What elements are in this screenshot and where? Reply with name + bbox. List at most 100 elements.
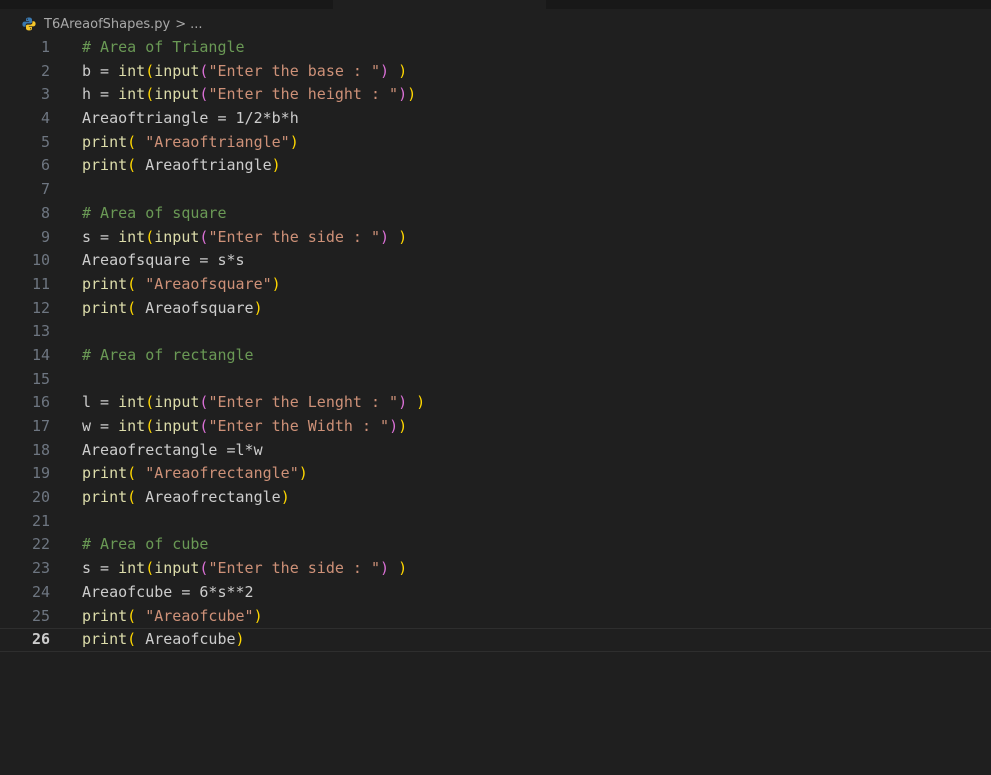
code-token: ( xyxy=(145,417,155,435)
code-token: ( xyxy=(127,156,146,175)
breadcrumb-file[interactable]: T6AreaofShapes.py xyxy=(44,17,170,32)
code-token: int xyxy=(118,227,146,246)
line-number: 11 xyxy=(31,274,50,293)
code-token: print xyxy=(82,274,128,293)
code-token: print xyxy=(82,488,128,507)
line-number: 16 xyxy=(31,393,50,412)
code-token: ) xyxy=(398,393,408,412)
code-text[interactable]: b = int(input("Enter the base : ") ) xyxy=(82,60,407,84)
code-text[interactable]: l = int(input("Enter the Lenght : ") ) xyxy=(82,391,425,415)
code-line[interactable]: 18 Areaofrectangle =l*w xyxy=(0,439,991,463)
code-token: "Areaofcube" xyxy=(145,606,254,625)
code-token: Areaoftriangle xyxy=(145,156,272,175)
code-line[interactable]: 12 print( Areaofsquare) xyxy=(0,297,991,321)
code-text[interactable]: print( "Areaofrectangle") xyxy=(82,462,308,486)
code-line[interactable]: 8 # Area of square xyxy=(0,202,991,226)
code-text[interactable]: # Area of cube xyxy=(82,533,208,557)
code-token: Areaofrectangle =l*w xyxy=(82,440,263,459)
code-line[interactable]: 19 print( "Areaofrectangle") xyxy=(0,462,991,486)
code-line[interactable]: 11 print( "Areaofsquare") xyxy=(0,273,991,297)
code-text[interactable]: h = int(input("Enter the height : ")) xyxy=(82,83,416,107)
code-token: "Enter the side : " xyxy=(208,559,381,578)
code-line[interactable]: 22 # Area of cube xyxy=(0,533,991,557)
code-line[interactable]: 24 Areaofcube = 6*s**2 xyxy=(0,581,991,605)
code-line[interactable]: 25 print( "Areaofcube") xyxy=(0,605,991,629)
code-token: print xyxy=(82,630,128,649)
line-number: 2 xyxy=(40,61,50,80)
code-token: ( xyxy=(127,132,146,151)
code-line[interactable]: 16 l = int(input("Enter the Lenght : ") ) xyxy=(0,391,991,415)
code-token: ) xyxy=(407,85,417,104)
code-editor[interactable]: 1 # Area of Triangle 2 b = int(input("Enter… xyxy=(0,36,991,652)
code-line[interactable]: 9 s = int(input("Enter the side : ") ) xyxy=(0,226,991,250)
code-token: ) xyxy=(235,630,245,649)
code-text[interactable]: Areaoftriangle = 1/2*b*h xyxy=(82,107,299,131)
code-line[interactable]: 6 print( Areaoftriangle) xyxy=(0,154,991,178)
code-line[interactable]: 3 h = int(input("Enter the height : ")) xyxy=(0,83,991,107)
code-token: int xyxy=(118,417,146,435)
code-line[interactable]: 15 xyxy=(0,368,991,392)
code-text[interactable]: print( Areaofcube) xyxy=(82,628,245,652)
code-text[interactable]: print( "Areaofsquare") xyxy=(82,273,281,297)
code-line[interactable]: 13 xyxy=(0,320,991,344)
code-token: ) xyxy=(380,559,390,578)
code-text[interactable]: print( Areaofrectangle) xyxy=(82,486,290,510)
breadcrumb-more[interactable]: ... xyxy=(190,17,202,32)
code-line[interactable]: 1 # Area of Triangle xyxy=(0,36,991,60)
code-token: ) xyxy=(398,85,408,104)
code-line[interactable]: 5 print( "Areaoftriangle") xyxy=(0,131,991,155)
code-text[interactable]: print( Areaofsquare) xyxy=(82,297,263,321)
code-text[interactable]: Areaofrectangle =l*w xyxy=(82,439,263,463)
code-line[interactable]: 26 print( Areaofcube) xyxy=(0,628,991,652)
code-token: print xyxy=(82,156,128,175)
code-text[interactable]: s = int(input("Enter the side : ") ) xyxy=(82,226,407,250)
code-text[interactable]: s = int(input("Enter the side : ") ) xyxy=(82,557,407,581)
code-text[interactable]: print( "Areaofcube") xyxy=(82,605,263,629)
line-number: 21 xyxy=(31,511,50,530)
code-text[interactable]: print( "Areaoftriangle") xyxy=(82,131,299,155)
code-token: int xyxy=(118,559,146,578)
code-text[interactable]: # Area of rectangle xyxy=(82,344,254,368)
code-token: ) xyxy=(389,417,399,435)
code-text[interactable]: Areaofsquare = s*s xyxy=(82,249,245,273)
code-line[interactable]: 17 w = int(input("Enter the Width : ")) xyxy=(0,415,991,439)
code-line[interactable]: 14 # Area of rectangle xyxy=(0,344,991,368)
code-line[interactable]: 4 Areaoftriangle = 1/2*b*h xyxy=(0,107,991,131)
line-number: 3 xyxy=(40,85,50,104)
code-token: ) xyxy=(380,227,390,246)
code-token: int xyxy=(118,393,146,412)
code-token: b = xyxy=(82,61,119,80)
code-line[interactable]: 7 xyxy=(0,178,991,202)
code-text[interactable]: # Area of square xyxy=(82,202,227,226)
code-line[interactable]: 2 b = int(input("Enter the base : ") ) xyxy=(0,60,991,84)
breadcrumb: T6AreaofShapes.py > ... xyxy=(22,13,203,35)
code-line[interactable]: 23 s = int(input("Enter the side : ") ) xyxy=(0,557,991,581)
code-token: input xyxy=(154,85,200,104)
code-line[interactable]: 21 xyxy=(0,510,991,534)
code-text[interactable]: Areaofcube = 6*s**2 xyxy=(82,581,254,605)
code-token: input xyxy=(154,559,200,578)
line-number: 9 xyxy=(40,227,50,246)
code-token: "Enter the Width : " xyxy=(208,417,390,435)
line-number: 24 xyxy=(31,582,50,601)
code-text[interactable]: print( Areaoftriangle) xyxy=(82,154,281,178)
code-token: s = xyxy=(82,227,119,246)
code-token: Areaofcube = 6*s**2 xyxy=(82,582,254,601)
code-token: Areaoftriangle = 1/2*b*h xyxy=(82,109,299,128)
code-text[interactable]: w = int(input("Enter the Width : ")) xyxy=(82,415,407,439)
line-number: 1 xyxy=(40,38,50,56)
active-tab[interactable] xyxy=(333,0,546,9)
code-token: input xyxy=(154,227,200,246)
code-line[interactable]: 20 print( Areaofrectangle) xyxy=(0,486,991,510)
code-token: # Area of square xyxy=(82,203,227,222)
code-token: s = xyxy=(82,559,119,578)
line-number: 25 xyxy=(31,606,50,625)
code-token: ( xyxy=(145,61,155,80)
code-line[interactable]: 10 Areaofsquare = s*s xyxy=(0,249,991,273)
code-text[interactable]: # Area of Triangle xyxy=(82,36,245,60)
code-token: "Enter the side : " xyxy=(208,227,381,246)
code-token: ) xyxy=(380,61,390,80)
line-number: 19 xyxy=(31,464,50,483)
code-token: ) xyxy=(253,298,263,317)
code-token: ) xyxy=(389,227,408,246)
